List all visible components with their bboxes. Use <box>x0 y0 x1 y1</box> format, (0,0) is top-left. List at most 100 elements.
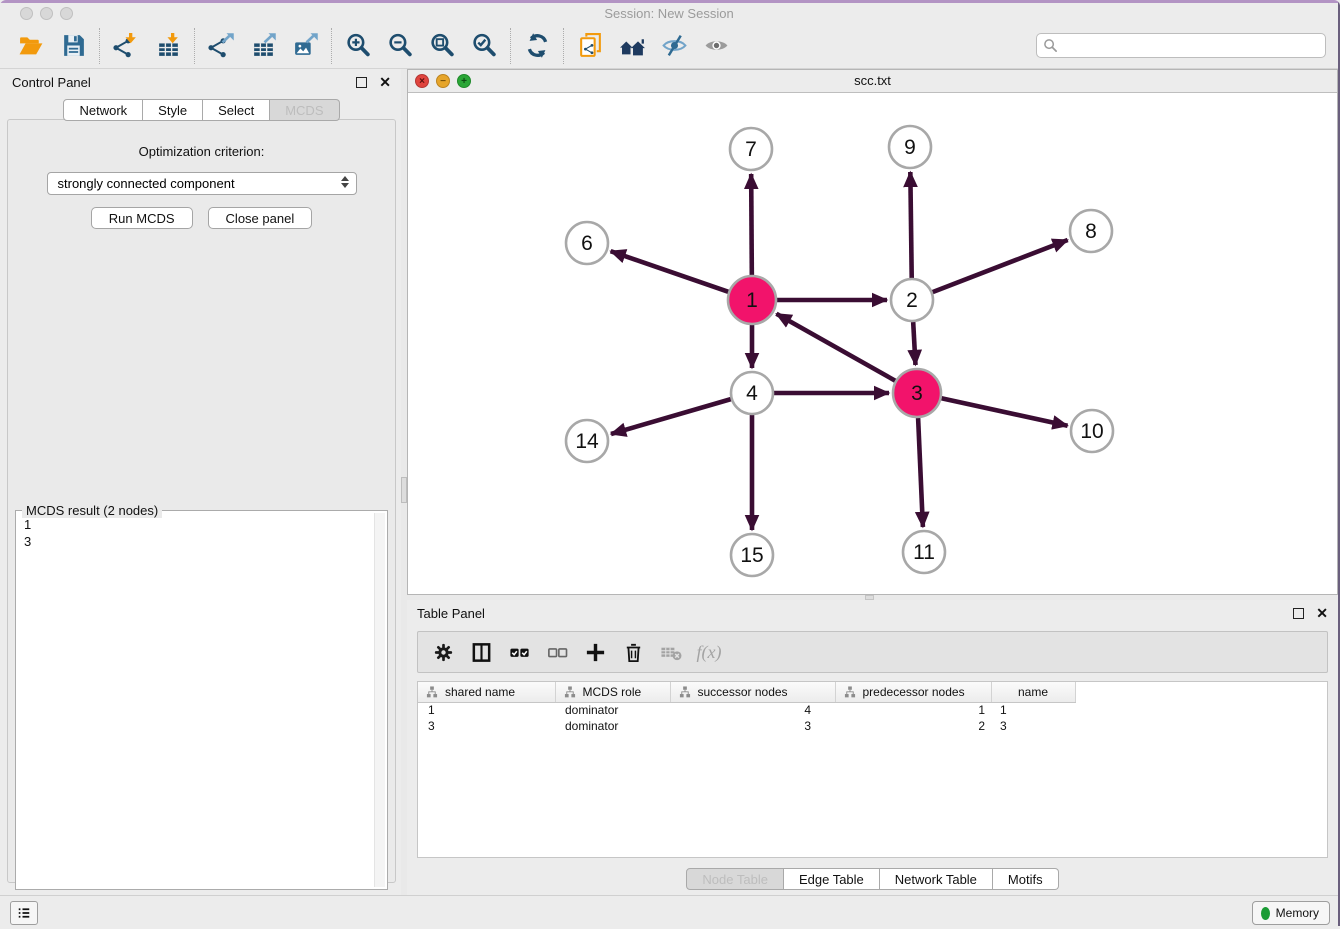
table-tab-network-table[interactable]: Network Table <box>880 868 993 890</box>
table-cell[interactable]: 1 <box>991 702 1075 718</box>
node-table-area: shared nameMCDS rolesuccessor nodesprede… <box>417 681 1328 858</box>
table-cell[interactable]: 4 <box>670 702 835 718</box>
table-cell[interactable]: 3 <box>991 718 1075 734</box>
column-header-MCDS-role[interactable]: MCDS role <box>555 682 670 702</box>
optimization-criterion-dropdown[interactable]: strongly connected component <box>47 172 357 195</box>
table-panel-float-icon[interactable] <box>1293 608 1304 619</box>
task-list-icon <box>15 904 33 922</box>
zoom-fit-button[interactable] <box>421 28 463 64</box>
column-header-predecessor-nodes[interactable]: predecessor nodes <box>835 682 991 702</box>
home-layout-button[interactable] <box>611 28 653 64</box>
delete-column-button[interactable] <box>616 635 650 669</box>
deselect-all-icon <box>546 641 569 664</box>
edge-3-10[interactable] <box>941 398 1067 425</box>
import-network-button[interactable] <box>105 28 147 64</box>
graph-node-3[interactable]: 3 <box>893 369 941 417</box>
refresh-layout-icon <box>524 32 551 59</box>
hide-panels-icon <box>661 32 688 59</box>
network-view-title: scc.txt <box>408 73 1337 88</box>
mcds-result-text[interactable]: 1 3 <box>18 513 373 887</box>
graph-node-15[interactable]: 15 <box>731 534 773 576</box>
import-table-button[interactable] <box>147 28 189 64</box>
table-panel-close-icon[interactable]: ✕ <box>1316 608 1328 619</box>
dropdown-stepper-icon <box>341 176 349 188</box>
graph-node-14[interactable]: 14 <box>566 420 608 462</box>
graph-node-9[interactable]: 9 <box>889 126 931 168</box>
table-tab-edge-table[interactable]: Edge Table <box>784 868 880 890</box>
export-image-button[interactable] <box>284 28 326 64</box>
edge-3-1[interactable] <box>776 314 895 381</box>
graph-node-1[interactable]: 1 <box>728 276 776 324</box>
zoom-selected-button[interactable] <box>463 28 505 64</box>
tab-mcds[interactable]: MCDS <box>270 99 339 121</box>
memory-button[interactable]: Memory <box>1252 901 1330 925</box>
attribute-icon <box>679 686 691 698</box>
tab-select[interactable]: Select <box>203 99 270 121</box>
attribute-icon <box>564 686 576 698</box>
table-row[interactable]: 1dominator411 <box>418 702 1075 718</box>
application-window: Session: New Session Control Panel ✕ Net… <box>0 0 1340 926</box>
graph-node-7[interactable]: 7 <box>730 128 772 170</box>
graph-node-2[interactable]: 2 <box>891 279 933 321</box>
edge-2-9[interactable] <box>910 172 911 278</box>
zoom-in-button[interactable] <box>337 28 379 64</box>
deselect-all-button[interactable] <box>540 635 574 669</box>
add-column-button[interactable] <box>578 635 612 669</box>
edge-4-14[interactable] <box>611 399 731 434</box>
table-cell[interactable]: 2 <box>835 718 991 734</box>
edge-1-6[interactable] <box>611 251 729 292</box>
settings-button[interactable] <box>426 635 460 669</box>
tab-style[interactable]: Style <box>143 99 203 121</box>
table-panel-tabs: Node TableEdge TableNetwork TableMotifs <box>407 868 1338 890</box>
svg-text:3: 3 <box>911 382 923 405</box>
table-cell[interactable]: 3 <box>670 718 835 734</box>
clone-network-icon <box>577 32 604 59</box>
clone-network-button[interactable] <box>569 28 611 64</box>
select-all-button[interactable] <box>502 635 536 669</box>
table-cell[interactable]: 3 <box>418 718 555 734</box>
export-network-button[interactable] <box>200 28 242 64</box>
svg-text:4: 4 <box>746 382 758 405</box>
open-file-button[interactable] <box>10 28 52 64</box>
table-cell[interactable]: 1 <box>835 702 991 718</box>
task-history-button[interactable] <box>10 901 38 925</box>
tab-network[interactable]: Network <box>63 99 143 121</box>
graph-node-6[interactable]: 6 <box>566 222 608 264</box>
graph-node-11[interactable]: 11 <box>903 531 945 573</box>
table-cell[interactable]: dominator <box>555 718 670 734</box>
control-panel-float-icon[interactable] <box>356 77 367 88</box>
graph-node-8[interactable]: 8 <box>1070 210 1112 252</box>
table-cell[interactable]: dominator <box>555 702 670 718</box>
edge-3-11[interactable] <box>918 418 923 527</box>
memory-status-icon <box>1261 907 1270 920</box>
export-table-button[interactable] <box>242 28 284 64</box>
search-input[interactable] <box>1036 33 1326 58</box>
zoom-out-icon <box>387 32 414 59</box>
edge-1-7[interactable] <box>751 174 752 275</box>
run-mcds-button[interactable]: Run MCDS <box>91 207 193 229</box>
control-panel-tabs: NetworkStyleSelectMCDS <box>2 99 401 121</box>
window-title: Session: New Session <box>0 6 1338 21</box>
edge-2-3[interactable] <box>913 322 915 365</box>
table-tab-motifs[interactable]: Motifs <box>993 868 1059 890</box>
mcds-result-scrollbar[interactable] <box>374 513 385 887</box>
column-header-name[interactable]: name <box>991 682 1075 702</box>
control-panel-close-icon[interactable]: ✕ <box>379 77 391 88</box>
edge-2-8[interactable] <box>933 240 1068 292</box>
toolbar-separator <box>331 28 332 64</box>
column-header-shared-name[interactable]: shared name <box>418 682 555 702</box>
close-panel-button[interactable]: Close panel <box>208 207 313 229</box>
show-panels-button[interactable] <box>695 28 737 64</box>
save-session-button[interactable] <box>52 28 94 64</box>
table-tab-node-table[interactable]: Node Table <box>686 868 784 890</box>
table-row[interactable]: 3dominator323 <box>418 718 1075 734</box>
zoom-out-button[interactable] <box>379 28 421 64</box>
table-cell[interactable]: 1 <box>418 702 555 718</box>
refresh-layout-button[interactable] <box>516 28 558 64</box>
show-columns-button[interactable] <box>464 635 498 669</box>
graph-node-10[interactable]: 10 <box>1071 410 1113 452</box>
column-header-successor-nodes[interactable]: successor nodes <box>670 682 835 702</box>
graph-node-4[interactable]: 4 <box>731 372 773 414</box>
hide-panels-button[interactable] <box>653 28 695 64</box>
network-graph[interactable]: 7 9 6 8 1 2 4 3 14 10 15 11 <box>408 93 1337 594</box>
